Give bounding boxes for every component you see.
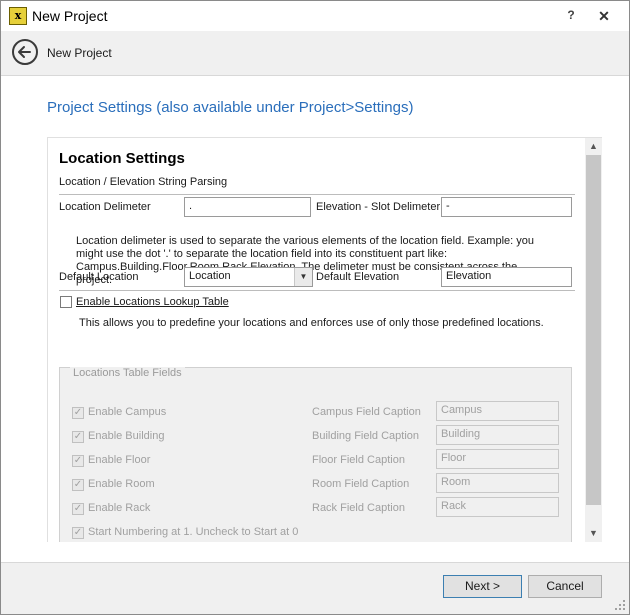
enable-rack-label: Enable Rack: [88, 502, 151, 514]
default-elevation-input[interactable]: Elevation: [441, 267, 572, 287]
chevron-down-icon[interactable]: ▼: [294, 268, 312, 286]
location-delimeter-label: Location Delimeter: [59, 201, 151, 213]
app-icon: x: [9, 7, 27, 25]
campus-caption-label: Campus Field Caption: [312, 406, 421, 418]
default-location-label: Default Location: [59, 271, 139, 283]
room-caption-label: Room Field Caption: [312, 478, 410, 490]
start-numbering-checkbox[interactable]: ✓: [72, 527, 84, 539]
enable-floor-label: Enable Floor: [88, 454, 151, 466]
enable-room-label: Enable Room: [88, 478, 155, 490]
floor-caption-input[interactable]: Floor: [436, 449, 559, 469]
vertical-scrollbar[interactable]: ▲ ▼: [585, 138, 602, 542]
default-location-select[interactable]: Location ▼: [184, 267, 313, 287]
scroll-up-icon[interactable]: ▲: [585, 138, 602, 155]
default-location-value: Location: [189, 270, 231, 282]
enable-rack-checkbox[interactable]: ✓: [72, 503, 84, 515]
help-button[interactable]: ?: [561, 8, 581, 24]
building-caption-label: Building Field Caption: [312, 430, 420, 442]
cancel-button[interactable]: Cancel: [528, 575, 602, 598]
location-delimeter-input[interactable]: .: [184, 197, 311, 217]
elevation-delimeter-label: Elevation - Slot Delimeter: [316, 201, 441, 213]
lookup-table-label[interactable]: Enable Locations Lookup Table: [76, 296, 229, 308]
location-settings-title: Location Settings: [59, 150, 185, 167]
building-caption-input[interactable]: Building: [436, 425, 559, 445]
floor-caption-label: Floor Field Caption: [312, 454, 405, 466]
back-button[interactable]: [12, 39, 38, 65]
window-title: New Project: [32, 8, 108, 24]
enable-room-checkbox[interactable]: ✓: [72, 479, 84, 491]
nav-title: New Project: [47, 46, 112, 60]
page-content: Project Settings (also available under P…: [1, 76, 629, 561]
divider: [59, 290, 575, 291]
enable-building-checkbox[interactable]: ✓: [72, 431, 84, 443]
lookup-table-hint: This allows you to predefine your locati…: [79, 317, 544, 329]
enable-campus-checkbox[interactable]: ✓: [72, 407, 84, 419]
nav-bar: New Project: [1, 31, 629, 76]
group-legend: Locations Table Fields: [70, 367, 185, 379]
divider: [59, 194, 575, 195]
parsing-subhead: Location / Elevation String Parsing: [59, 176, 228, 188]
scroll-down-icon[interactable]: ▼: [585, 525, 602, 542]
back-arrow-icon: [18, 46, 31, 58]
locations-table-fields-group: Locations Table Fields ✓ Enable Campus C…: [59, 367, 572, 542]
default-elevation-label: Default Elevation: [316, 271, 400, 283]
enable-building-label: Enable Building: [88, 430, 165, 442]
footer-bar: Next > Cancel: [1, 562, 629, 614]
resize-grip-icon[interactable]: [613, 598, 627, 612]
settings-scroll-area[interactable]: Location Settings Location / Elevation S…: [47, 137, 602, 542]
lookup-table-checkbox[interactable]: [60, 296, 72, 308]
enable-floor-checkbox[interactable]: ✓: [72, 455, 84, 467]
campus-caption-input[interactable]: Campus: [436, 401, 559, 421]
elevation-delimeter-input[interactable]: -: [441, 197, 572, 217]
rack-caption-label: Rack Field Caption: [312, 502, 405, 514]
close-button[interactable]: ✕: [589, 5, 619, 27]
next-button[interactable]: Next >: [443, 575, 522, 598]
room-caption-input[interactable]: Room: [436, 473, 559, 493]
page-heading: Project Settings (also available under P…: [47, 99, 414, 116]
rack-caption-input[interactable]: Rack: [436, 497, 559, 517]
new-project-window: x New Project ? ✕ New Project Project Se…: [0, 0, 630, 615]
start-numbering-label: Start Numbering at 1. Uncheck to Start a…: [88, 526, 299, 538]
enable-campus-label: Enable Campus: [88, 406, 167, 418]
scroll-thumb[interactable]: [586, 155, 601, 505]
title-bar: x New Project ? ✕: [1, 1, 629, 31]
